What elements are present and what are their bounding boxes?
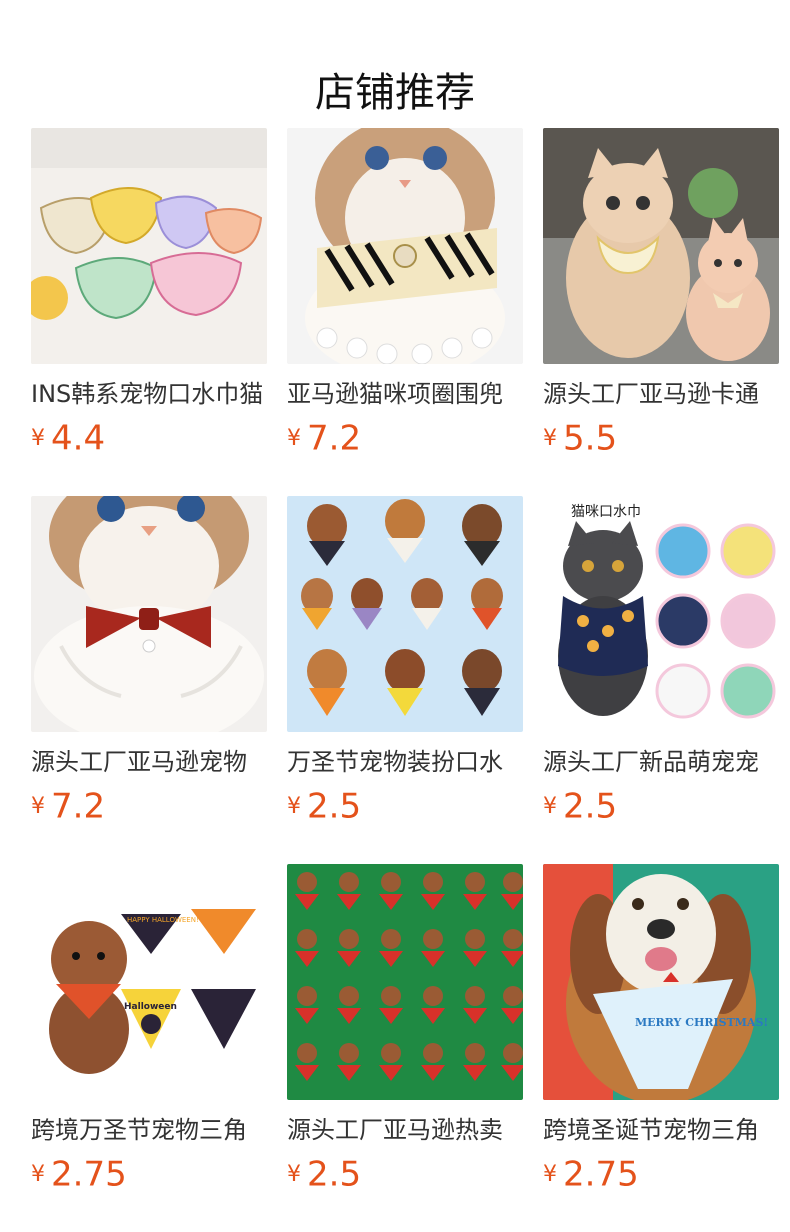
- currency-symbol: ¥: [543, 425, 557, 451]
- image-caption: HAPPY HALLOWEEN!: [127, 916, 199, 924]
- price-value: 2.5: [307, 786, 362, 827]
- product-name[interactable]: 源头工厂亚马逊热卖: [287, 1114, 523, 1146]
- product-price: ¥2.75: [543, 1154, 779, 1195]
- price-value: 2.75: [563, 1154, 639, 1195]
- price-value: 7.2: [51, 786, 106, 827]
- product-card[interactable]: 源头工厂亚马逊热卖 ¥2.5: [287, 864, 523, 1195]
- product-image[interactable]: 猫咪口水巾: [543, 496, 779, 732]
- product-price: ¥2.5: [543, 786, 779, 827]
- product-card[interactable]: INS韩系宠物口水巾猫 ¥4.4: [31, 128, 267, 459]
- product-name[interactable]: 源头工厂亚马逊宠物: [31, 746, 267, 778]
- price-value: 2.75: [51, 1154, 127, 1195]
- product-price: ¥7.2: [287, 418, 523, 459]
- currency-symbol: ¥: [543, 1161, 557, 1187]
- product-price: ¥2.5: [287, 786, 523, 827]
- product-image[interactable]: MERRY CHRISTMAS!: [543, 864, 779, 1100]
- product-price: ¥2.75: [31, 1154, 267, 1195]
- currency-symbol: ¥: [31, 425, 45, 451]
- currency-symbol: ¥: [543, 793, 557, 819]
- product-price: ¥2.5: [287, 1154, 523, 1195]
- currency-symbol: ¥: [287, 793, 301, 819]
- product-image[interactable]: HAPPY HALLOWEEN! Halloween: [31, 864, 267, 1100]
- product-price: ¥7.2: [31, 786, 267, 827]
- product-image[interactable]: [287, 864, 523, 1100]
- product-card[interactable]: 源头工厂亚马逊宠物 ¥7.2: [31, 496, 267, 827]
- image-caption: MERRY CHRISTMAS!: [635, 1016, 768, 1029]
- product-name[interactable]: 源头工厂新品萌宠宠: [543, 746, 779, 778]
- price-value: 5.5: [563, 418, 618, 459]
- price-value: 2.5: [563, 786, 618, 827]
- product-name[interactable]: 万圣节宠物装扮口水: [287, 746, 523, 778]
- image-caption: 猫咪口水巾: [571, 504, 641, 520]
- currency-symbol: ¥: [287, 1161, 301, 1187]
- image-caption: Halloween: [124, 1002, 177, 1012]
- currency-symbol: ¥: [287, 425, 301, 451]
- product-name[interactable]: 亚马逊猫咪项圈围兜: [287, 378, 523, 410]
- product-image[interactable]: [31, 496, 267, 732]
- product-name[interactable]: 跨境圣诞节宠物三角: [543, 1114, 779, 1146]
- section-title: 店铺推荐: [315, 69, 475, 116]
- price-value: 7.2: [307, 418, 362, 459]
- price-value: 2.5: [307, 1154, 362, 1195]
- product-name[interactable]: INS韩系宠物口水巾猫: [31, 378, 267, 410]
- currency-symbol: ¥: [31, 1161, 45, 1187]
- product-card[interactable]: 猫咪口水巾 源头工厂新品萌宠宠 ¥2.5: [543, 496, 779, 827]
- product-image[interactable]: [287, 128, 523, 364]
- product-price: ¥5.5: [543, 418, 779, 459]
- product-image[interactable]: [287, 496, 523, 732]
- product-card[interactable]: MERRY CHRISTMAS! 跨境圣诞节宠物三角 ¥2.75: [543, 864, 779, 1195]
- product-name[interactable]: 源头工厂亚马逊卡通: [543, 378, 779, 410]
- product-card[interactable]: 源头工厂亚马逊卡通 ¥5.5: [543, 128, 779, 459]
- price-value: 4.4: [51, 418, 106, 459]
- product-name[interactable]: 跨境万圣节宠物三角: [31, 1114, 267, 1146]
- product-card[interactable]: HAPPY HALLOWEEN! Halloween 跨境万圣节宠物三角 ¥2.…: [31, 864, 267, 1195]
- product-price: ¥4.4: [31, 418, 267, 459]
- currency-symbol: ¥: [31, 793, 45, 819]
- product-image[interactable]: [31, 128, 267, 364]
- product-image[interactable]: [543, 128, 779, 364]
- product-card[interactable]: 亚马逊猫咪项圈围兜 ¥7.2: [287, 128, 523, 459]
- product-card[interactable]: 万圣节宠物装扮口水 ¥2.5: [287, 496, 523, 827]
